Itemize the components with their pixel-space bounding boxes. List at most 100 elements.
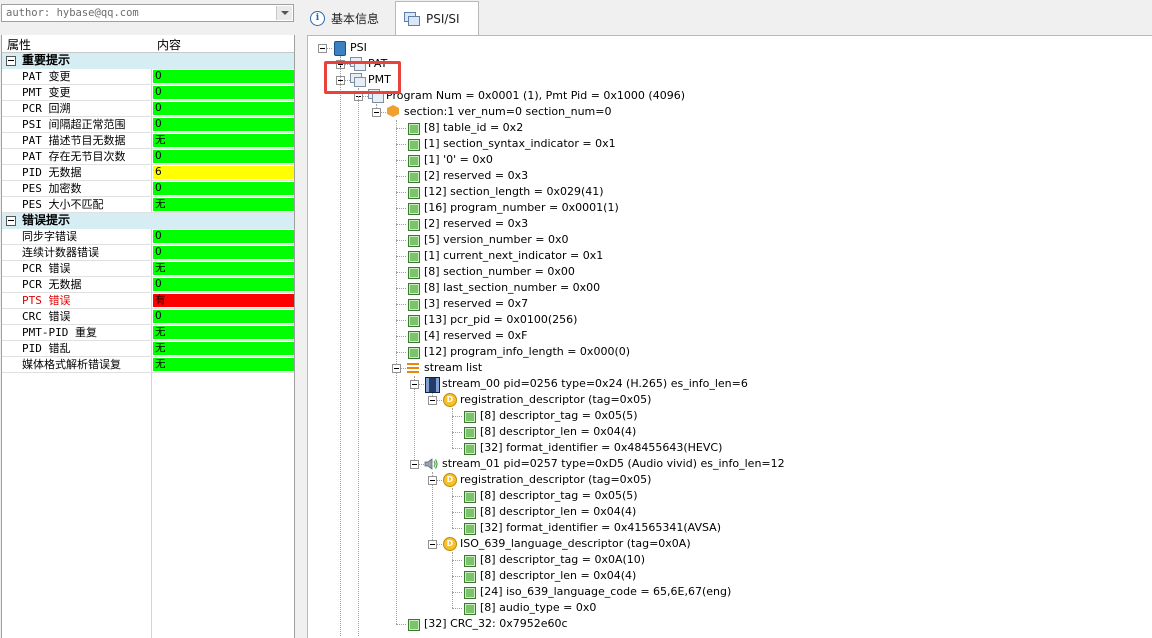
collapse-icon[interactable] <box>318 44 327 53</box>
grid-row[interactable]: 连续计数器错误 0 <box>2 245 294 261</box>
tree-node[interactable]: [8] table_id = 0x2 <box>308 120 1148 136</box>
grid-row[interactable]: PCR 无数据 0 <box>2 277 294 293</box>
tree-node[interactable]: [5] version_number = 0x0 <box>308 232 1148 248</box>
tree-node[interactable]: D ISO_639_language_descriptor (tag=0x0A) <box>308 536 1148 552</box>
tree-node[interactable]: [13] pcr_pid = 0x0100(256) <box>308 312 1148 328</box>
grid-row[interactable]: PID 无数据 6 <box>2 165 294 181</box>
tree-node[interactable]: [8] descriptor_len = 0x04(4) <box>308 504 1148 520</box>
tree-node[interactable]: [8] audio_type = 0x0 <box>308 600 1148 616</box>
row-label: PID 无数据 <box>22 166 82 179</box>
psi-tree-view[interactable]: PSI PAT PMT Program Num = 0x0001 (1), Pmt P… <box>307 35 1152 638</box>
grid-row[interactable]: PAT 描述节目无数据 无 <box>2 133 294 149</box>
row-label: PMT 变更 <box>22 86 71 99</box>
tree-node[interactable]: [8] descriptor_tag = 0x0A(10) <box>308 552 1148 568</box>
tree-node[interactable]: [2] reserved = 0x3 <box>308 168 1148 184</box>
grid-row[interactable]: PES 加密数 0 <box>2 181 294 197</box>
tree-node[interactable]: [3] reserved = 0x7 <box>308 296 1148 312</box>
tree-node[interactable]: [8] section_number = 0x00 <box>308 264 1148 280</box>
grid-row[interactable]: 媒体格式解析错误复 无 <box>2 357 294 373</box>
tree-node[interactable]: [24] iso_639_language_code = 65,6E,67(en… <box>308 584 1148 600</box>
row-value: 0 <box>153 310 294 323</box>
grid-row[interactable]: PCR 错误 无 <box>2 261 294 277</box>
psi-si-icon <box>404 11 420 26</box>
tree-node-label: stream_00 pid=0256 type=0x24 (H.265) es_… <box>442 377 748 390</box>
tree-node[interactable]: stream list <box>308 360 1148 376</box>
row-label: PCR 无数据 <box>22 278 82 291</box>
grid-row[interactable]: PMT-PID 重复 无 <box>2 325 294 341</box>
tree-node[interactable]: [1] section_syntax_indicator = 0x1 <box>308 136 1148 152</box>
collapse-icon[interactable] <box>428 540 437 549</box>
collapse-icon[interactable] <box>428 476 437 485</box>
grid-row[interactable]: PID 错乱 无 <box>2 341 294 357</box>
tree-node[interactable]: [8] descriptor_tag = 0x05(5) <box>308 408 1148 424</box>
tree-node[interactable]: [32] CRC_32: 0x7952e60c <box>308 616 1148 632</box>
collapse-icon[interactable] <box>372 108 381 117</box>
tree-node[interactable]: [1] '0' = 0x0 <box>308 152 1148 168</box>
row-value: 0 <box>153 70 294 83</box>
row-label: PCR 回溯 <box>22 102 71 115</box>
row-value: 0 <box>153 182 294 195</box>
tree-node-label: [8] audio_type = 0x0 <box>480 601 597 614</box>
tree-node-label: section:1 ver_num=0 section_num=0 <box>404 105 612 118</box>
category-label: 错误提示 <box>22 213 71 227</box>
grid-row[interactable]: 同步字错误 0 <box>2 229 294 245</box>
tree-node[interactable]: Dregistration_descriptor (tag=0x05) <box>308 472 1148 488</box>
grid-row[interactable]: PSI 间隔超正常范围 0 <box>2 117 294 133</box>
collapse-icon[interactable] <box>392 364 401 373</box>
grid-row[interactable]: PAT 变更 0 <box>2 69 294 85</box>
tree-node[interactable]: Program Num = 0x0001 (1), Pmt Pid = 0x10… <box>308 88 1148 104</box>
field-icon <box>408 347 420 359</box>
grid-category[interactable]: 重要提示 <box>2 53 294 69</box>
grid-row[interactable]: PES 大小不匹配 无 <box>2 197 294 213</box>
tree-node-label: [4] reserved = 0xF <box>424 329 528 342</box>
field-icon <box>408 187 420 199</box>
tree-node[interactable]: Dregistration_descriptor (tag=0x05) <box>308 392 1148 408</box>
category-label: 重要提示 <box>22 53 71 67</box>
tree-node[interactable]: PAT <box>308 56 1148 72</box>
tree-node-label: [32] format_identifier = 0x41565341(AVSA… <box>480 521 721 534</box>
tab-basic-info[interactable]: i 基本信息 <box>302 3 387 33</box>
collapse-icon[interactable] <box>6 216 16 226</box>
tree-node-label: stream_01 pid=0257 type=0xD5 (Audio vivi… <box>442 457 785 470</box>
header-content[interactable]: 内容 <box>157 36 181 53</box>
tree-connector <box>340 56 341 636</box>
collapse-icon[interactable] <box>6 56 16 66</box>
tree-node[interactable]: PMT <box>308 72 1148 88</box>
grid-row[interactable]: PTS 错误 有 <box>2 293 294 309</box>
tree-node[interactable]: [8] descriptor_len = 0x04(4) <box>308 568 1148 584</box>
collapse-icon[interactable] <box>428 396 437 405</box>
tree-node[interactable]: [32] format_identifier = 0x41565341(AVSA… <box>308 520 1148 536</box>
tree-node-label: [8] table_id = 0x2 <box>424 121 524 134</box>
tree-node[interactable]: stream_00 pid=0256 type=0x24 (H.265) es_… <box>308 376 1148 393</box>
row-value: 无 <box>153 342 294 355</box>
tree-node[interactable]: [16] program_number = 0x0001(1) <box>308 200 1148 216</box>
field-icon <box>464 571 476 583</box>
row-value: 无 <box>153 326 294 339</box>
tree-node[interactable]: [8] last_section_number = 0x00 <box>308 280 1148 296</box>
collapse-icon[interactable] <box>410 460 419 469</box>
tree-node[interactable]: [1] current_next_indicator = 0x1 <box>308 248 1148 264</box>
tree-node[interactable]: section:1 ver_num=0 section_num=0 <box>308 104 1148 120</box>
tree-node[interactable]: [12] program_info_length = 0x000(0) <box>308 344 1148 360</box>
tree-node[interactable]: stream_01 pid=0257 type=0xD5 (Audio vivi… <box>308 456 1148 472</box>
field-icon <box>464 555 476 567</box>
audio-stream-icon <box>424 458 438 470</box>
tree-node[interactable]: [12] section_length = 0x029(41) <box>308 184 1148 200</box>
tree-node[interactable]: [4] reserved = 0xF <box>308 328 1148 344</box>
tab-psi-si[interactable]: PSI/SI <box>395 1 479 35</box>
grid-row[interactable]: PCR 回溯 0 <box>2 101 294 117</box>
tree-node[interactable]: [32] format_identifier = 0x48455643(HEVC… <box>308 440 1148 456</box>
tree-node[interactable]: [2] reserved = 0x3 <box>308 216 1148 232</box>
grid-row[interactable]: PMT 变更 0 <box>2 85 294 101</box>
grid-category[interactable]: 错误提示 <box>2 213 294 229</box>
collapse-icon[interactable] <box>410 380 419 389</box>
tree-node[interactable]: PSI <box>308 40 1148 56</box>
field-icon <box>464 443 476 455</box>
grid-row[interactable]: PAT 存在无节目次数 0 <box>2 149 294 165</box>
grid-row[interactable]: CRC 错误 0 <box>2 309 294 325</box>
tree-node[interactable]: [8] descriptor_len = 0x04(4) <box>308 424 1148 440</box>
author-combobox[interactable]: author: hybase@qq.com <box>1 4 294 22</box>
header-attribute[interactable]: 属性 <box>7 36 31 53</box>
tree-node[interactable]: [8] descriptor_tag = 0x05(5) <box>308 488 1148 504</box>
chevron-down-icon[interactable] <box>276 6 292 20</box>
